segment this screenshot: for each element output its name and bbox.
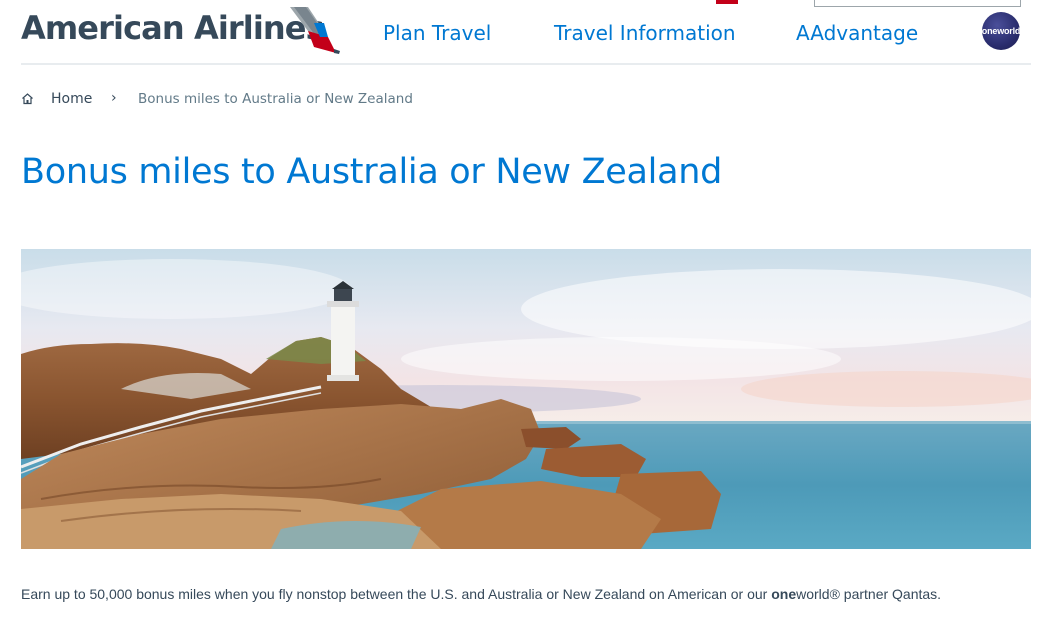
oneworld-logo-icon[interactable]: oneworld	[982, 12, 1020, 50]
site-header: American Airlines Plan Travel Travel Inf…	[0, 0, 1049, 66]
breadcrumb-separator: ›	[111, 90, 117, 106]
promo-text-start: Earn up to 50,000 bonus miles when you f…	[21, 586, 772, 602]
home-icon[interactable]	[21, 92, 34, 105]
breadcrumb-current-page: Bonus miles to Australia or New Zealand	[138, 91, 413, 107]
header-divider	[21, 63, 1031, 65]
promo-description: Earn up to 50,000 bonus miles when you f…	[21, 586, 941, 602]
breadcrumb-home-link[interactable]: Home	[51, 91, 92, 107]
us-flag-icon[interactable]	[716, 0, 738, 4]
hero-image	[21, 249, 1031, 549]
nav-plan-travel[interactable]: Plan Travel	[383, 21, 491, 45]
nav-travel-information[interactable]: Travel Information	[554, 21, 736, 45]
aa-flight-symbol-icon[interactable]	[284, 3, 342, 55]
nav-aadvantage[interactable]: AAdvantage	[796, 21, 918, 45]
lighthouse-coast-illustration	[21, 249, 1031, 549]
search-input[interactable]	[814, 0, 1021, 7]
brand-logo-text[interactable]: American Airlines	[21, 9, 325, 47]
promo-text-end: world® partner Qantas.	[796, 586, 942, 602]
oneworld-brand-text: one	[771, 586, 797, 602]
page-title: Bonus miles to Australia or New Zealand	[21, 152, 723, 192]
